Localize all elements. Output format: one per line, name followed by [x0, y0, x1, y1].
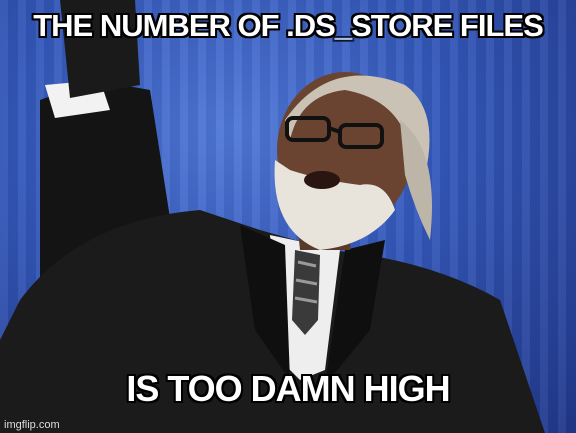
meme-image: THE NUMBER OF .DS_STORE FILES IS TOO DAM…	[0, 0, 576, 433]
bottom-caption: IS TOO DAMN HIGH	[126, 368, 450, 409]
top-caption: THE NUMBER OF .DS_STORE FILES	[33, 8, 544, 43]
imgflip-watermark: imgflip.com	[4, 419, 60, 431]
